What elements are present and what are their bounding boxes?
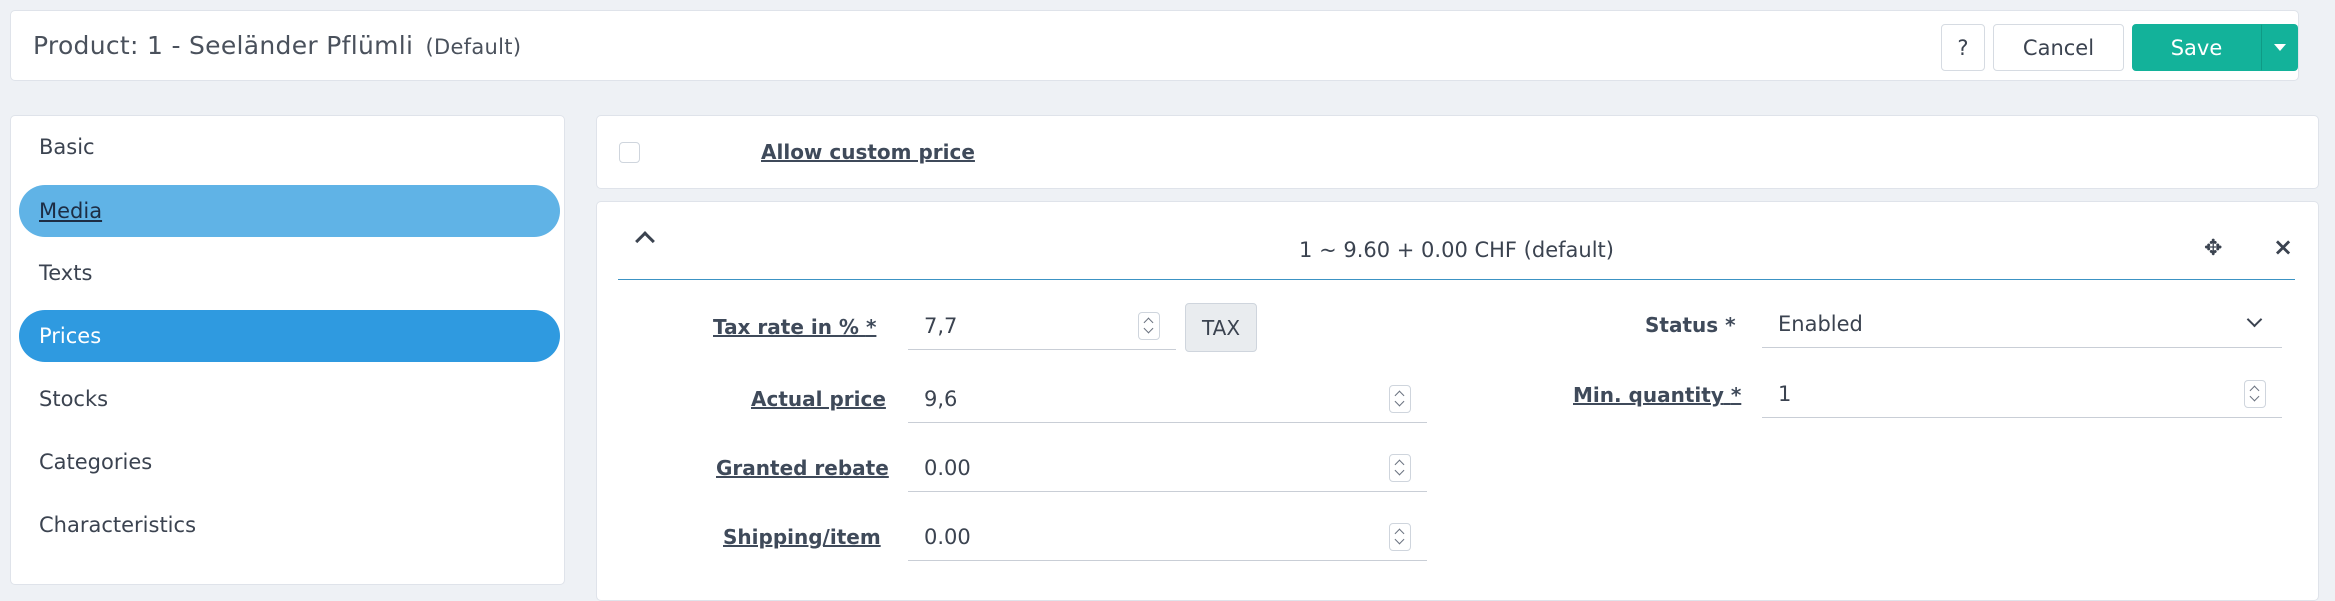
allow-custom-price-label: Allow custom price <box>761 140 975 164</box>
sidebar-item-prices[interactable]: Prices <box>19 310 560 362</box>
tax-rate-label: Tax rate in % * <box>713 315 877 339</box>
actual-price-label: Actual price <box>751 387 886 411</box>
price-title: 1 ~ 9.60 + 0.00 CHF (default) <box>1299 238 1614 262</box>
move-icon[interactable]: ✥ <box>2204 238 2222 260</box>
help-button[interactable]: ? <box>1941 24 1985 71</box>
product-title: Product: 1 - Seeländer Pflümli <box>33 31 414 60</box>
tax-rate-stepper[interactable] <box>1138 312 1160 340</box>
save-options-button[interactable] <box>2261 24 2298 71</box>
min-quantity-stepper[interactable] <box>2244 380 2266 408</box>
page-header: Product: 1 - Seeländer Pflümli (Default)… <box>10 10 2299 81</box>
shipping-label: Shipping/item <box>723 525 881 549</box>
save-button[interactable]: Save <box>2132 24 2261 71</box>
caret-down-icon <box>2273 44 2286 51</box>
allow-custom-price-checkbox[interactable] <box>619 142 640 163</box>
actual-price-input[interactable]: 9,6 <box>908 375 1427 423</box>
page-title: Product: 1 - Seeländer Pflümli (Default) <box>33 31 521 60</box>
status-label: Status * <box>1645 313 1736 337</box>
status-select[interactable]: Enabled <box>1762 300 2282 348</box>
close-icon[interactable]: × <box>2273 235 2293 259</box>
variant-label: (Default) <box>425 35 522 59</box>
tax-button[interactable]: TAX <box>1185 303 1257 352</box>
granted-rebate-label: Granted rebate <box>716 456 889 480</box>
price-header: 1 ~ 9.60 + 0.00 CHF (default) ✥ × <box>618 202 2295 280</box>
cancel-button[interactable]: Cancel <box>1993 24 2124 71</box>
sidebar-item-basic[interactable]: Basic <box>19 121 560 173</box>
sidebar-item-categories[interactable]: Categories <box>19 436 560 488</box>
custom-price-panel: Allow custom price <box>596 115 2319 189</box>
actual-price-stepper[interactable] <box>1389 385 1411 413</box>
shipping-input[interactable]: 0.00 <box>908 513 1427 561</box>
min-quantity-input[interactable]: 1 <box>1762 370 2282 418</box>
sidebar-item-texts[interactable]: Texts <box>19 247 560 299</box>
granted-rebate-input[interactable]: 0.00 <box>908 444 1427 492</box>
shipping-stepper[interactable] <box>1389 523 1411 551</box>
tax-rate-input[interactable]: 7,7 <box>908 302 1176 350</box>
chevron-down-icon <box>2246 311 2263 328</box>
sidebar-item-media[interactable]: Media <box>19 185 560 237</box>
granted-rebate-stepper[interactable] <box>1389 454 1411 482</box>
min-quantity-label: Min. quantity * <box>1573 383 1742 407</box>
sidebar-item-characteristics[interactable]: Characteristics <box>19 499 560 551</box>
sidebar: Basic Media Texts Prices Stocks Categori… <box>10 115 565 585</box>
sidebar-item-stocks[interactable]: Stocks <box>19 373 560 425</box>
